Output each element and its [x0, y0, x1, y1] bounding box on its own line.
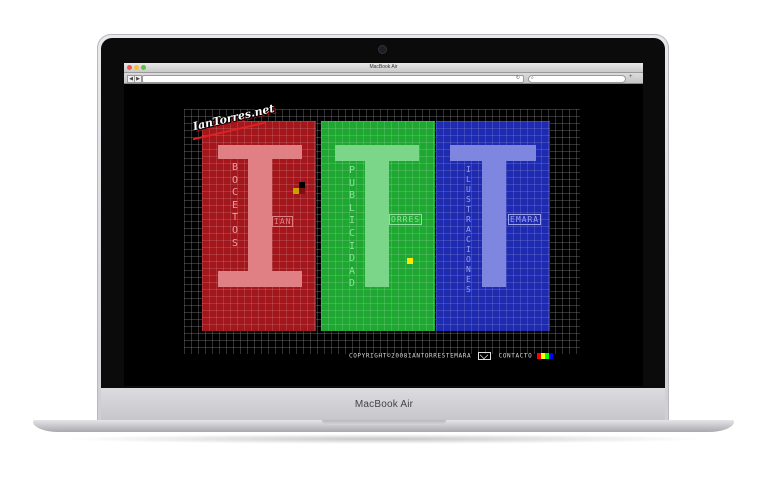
horizontal-word-ian: IAN — [272, 216, 294, 227]
vertical-word-ilustraciones: ILUSTRACIONES — [466, 165, 471, 295]
vertical-letter: L — [466, 175, 471, 184]
vertical-letter: L — [349, 202, 356, 214]
copyright-text: COPYRIGHT©2008IANTORRESTEMARA — [349, 352, 472, 360]
vertical-letter: B — [232, 162, 239, 173]
horizontal-word-orres: ORRES — [389, 214, 423, 225]
color-dot — [548, 353, 553, 359]
window-title: MacBook Air — [369, 64, 398, 70]
letter-i-stem — [248, 159, 272, 271]
vertical-letter: C — [232, 187, 239, 199]
browser-window: MacBook Air ◀ ▶ ↻ ⌕ + BOCETOS IAN PUB L … — [124, 63, 643, 386]
page-content: BOCETOS IAN PUBLICIDAD ORRES ILUSTRACION… — [124, 84, 643, 386]
letter-t-top — [335, 145, 419, 161]
window-titlebar: MacBook Air — [124, 63, 643, 73]
vertical-letter: E — [232, 199, 239, 211]
forward-button[interactable]: ▶ — [134, 75, 142, 83]
pixel-square — [299, 188, 305, 194]
vertical-letter: I — [349, 240, 356, 252]
search-icon: ⌕ — [531, 75, 534, 81]
lid-notch — [322, 420, 446, 425]
vertical-letter: A — [466, 225, 471, 234]
address-bar[interactable]: ↻ — [142, 75, 524, 83]
vertical-letter: D — [349, 253, 356, 265]
contact-link[interactable]: CONTACTO — [499, 353, 533, 360]
vertical-letter: O — [232, 224, 239, 236]
camera-icon — [379, 46, 386, 53]
vertical-letter: T — [232, 212, 239, 224]
vertical-letter: N — [466, 265, 471, 274]
letter-t-stem — [365, 161, 389, 287]
vertical-letter: I — [466, 165, 471, 174]
vertical-letter: U — [466, 185, 471, 194]
vertical-letter: C — [466, 235, 471, 244]
mail-envelope-icon[interactable] — [478, 352, 492, 360]
color-dots — [536, 353, 553, 360]
vertical-letter: U — [349, 177, 356, 189]
letter-t-top — [450, 145, 536, 161]
site-footer: COPYRIGHT©2008IANTORRESTEMARA CONTACTO — [349, 352, 553, 360]
vertical-letter: T — [466, 205, 471, 214]
vertical-letter: S — [232, 237, 239, 249]
browser-toolbar: ◀ ▶ ↻ ⌕ + — [124, 73, 643, 84]
new-tab-button[interactable]: + — [629, 74, 633, 80]
yellow-pixel-square — [407, 258, 413, 264]
vertical-letter: C — [349, 227, 356, 239]
laptop-shadow — [60, 434, 708, 444]
vertical-letter: S — [466, 285, 471, 294]
vertical-letter: O — [466, 255, 471, 264]
vertical-letter: B — [349, 190, 356, 202]
horizontal-word-emara: EMARA — [508, 214, 542, 225]
vertical-word-bocetos: BOCETOS — [232, 162, 238, 250]
vertical-letter: I — [466, 245, 471, 254]
panel-bocetos[interactable]: BOCETOS IAN — [202, 121, 316, 331]
letter-i-top — [218, 145, 302, 159]
letter-i-bottom — [218, 271, 302, 287]
vertical-letter: P — [349, 165, 356, 176]
vertical-letter: D — [349, 278, 356, 290]
vertical-word-publicidad: PUBLICIDAD — [349, 165, 355, 291]
panel-ilustraciones[interactable]: ILUSTRACIONES EMARA — [436, 121, 550, 331]
vertical-letter: I — [349, 215, 356, 227]
vertical-letter: O — [232, 174, 239, 186]
panel-publicidad[interactable]: PUBLICIDAD ORRES — [321, 121, 435, 331]
vertical-letter: A — [349, 265, 356, 277]
search-input[interactable]: ⌕ — [528, 75, 626, 83]
vertical-letter: R — [466, 215, 471, 224]
vertical-letter: E — [466, 275, 471, 284]
letter-t-stem — [482, 161, 506, 287]
reload-icon[interactable]: ↻ — [516, 75, 520, 81]
vertical-letter: S — [466, 195, 471, 204]
device-model-label: MacBook Air — [354, 399, 414, 410]
